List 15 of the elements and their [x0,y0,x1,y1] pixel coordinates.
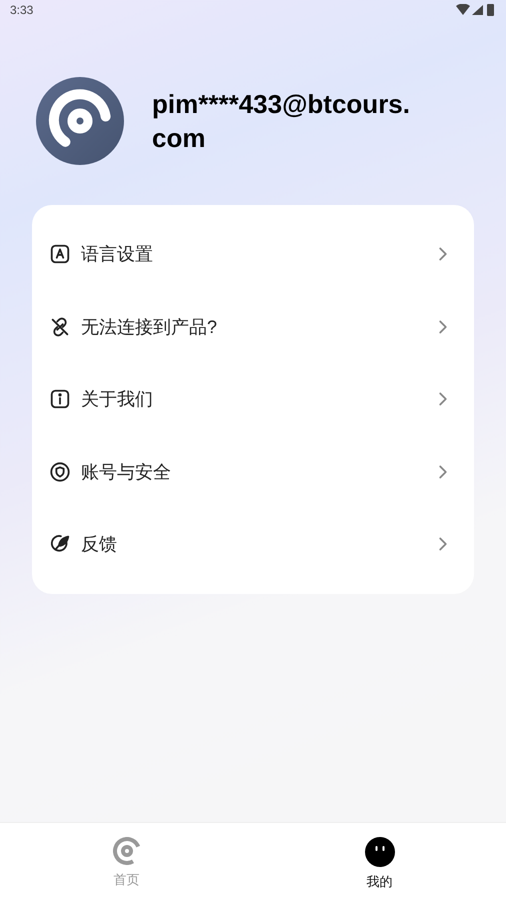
logo-icon [112,837,140,865]
shield-icon [49,460,71,483]
face-icon [364,837,394,867]
broken-link-icon [49,316,71,338]
nav-tab[interactable]: 我的 [253,823,506,901]
menu-item[interactable]: 关于我们 [32,363,474,436]
menu-item[interactable]: 无法连接到产品? [32,290,474,363]
status-icons [456,4,496,16]
account-email: pim****433@btcours.com [152,88,411,154]
menu-item[interactable]: 账号与安全 [32,436,474,508]
menu-item[interactable]: 反馈 [32,508,474,580]
info-icon [49,388,71,410]
language-icon [49,243,71,266]
menu-item[interactable]: 语言设置 [32,218,474,290]
status-time: 3:33 [10,3,34,17]
